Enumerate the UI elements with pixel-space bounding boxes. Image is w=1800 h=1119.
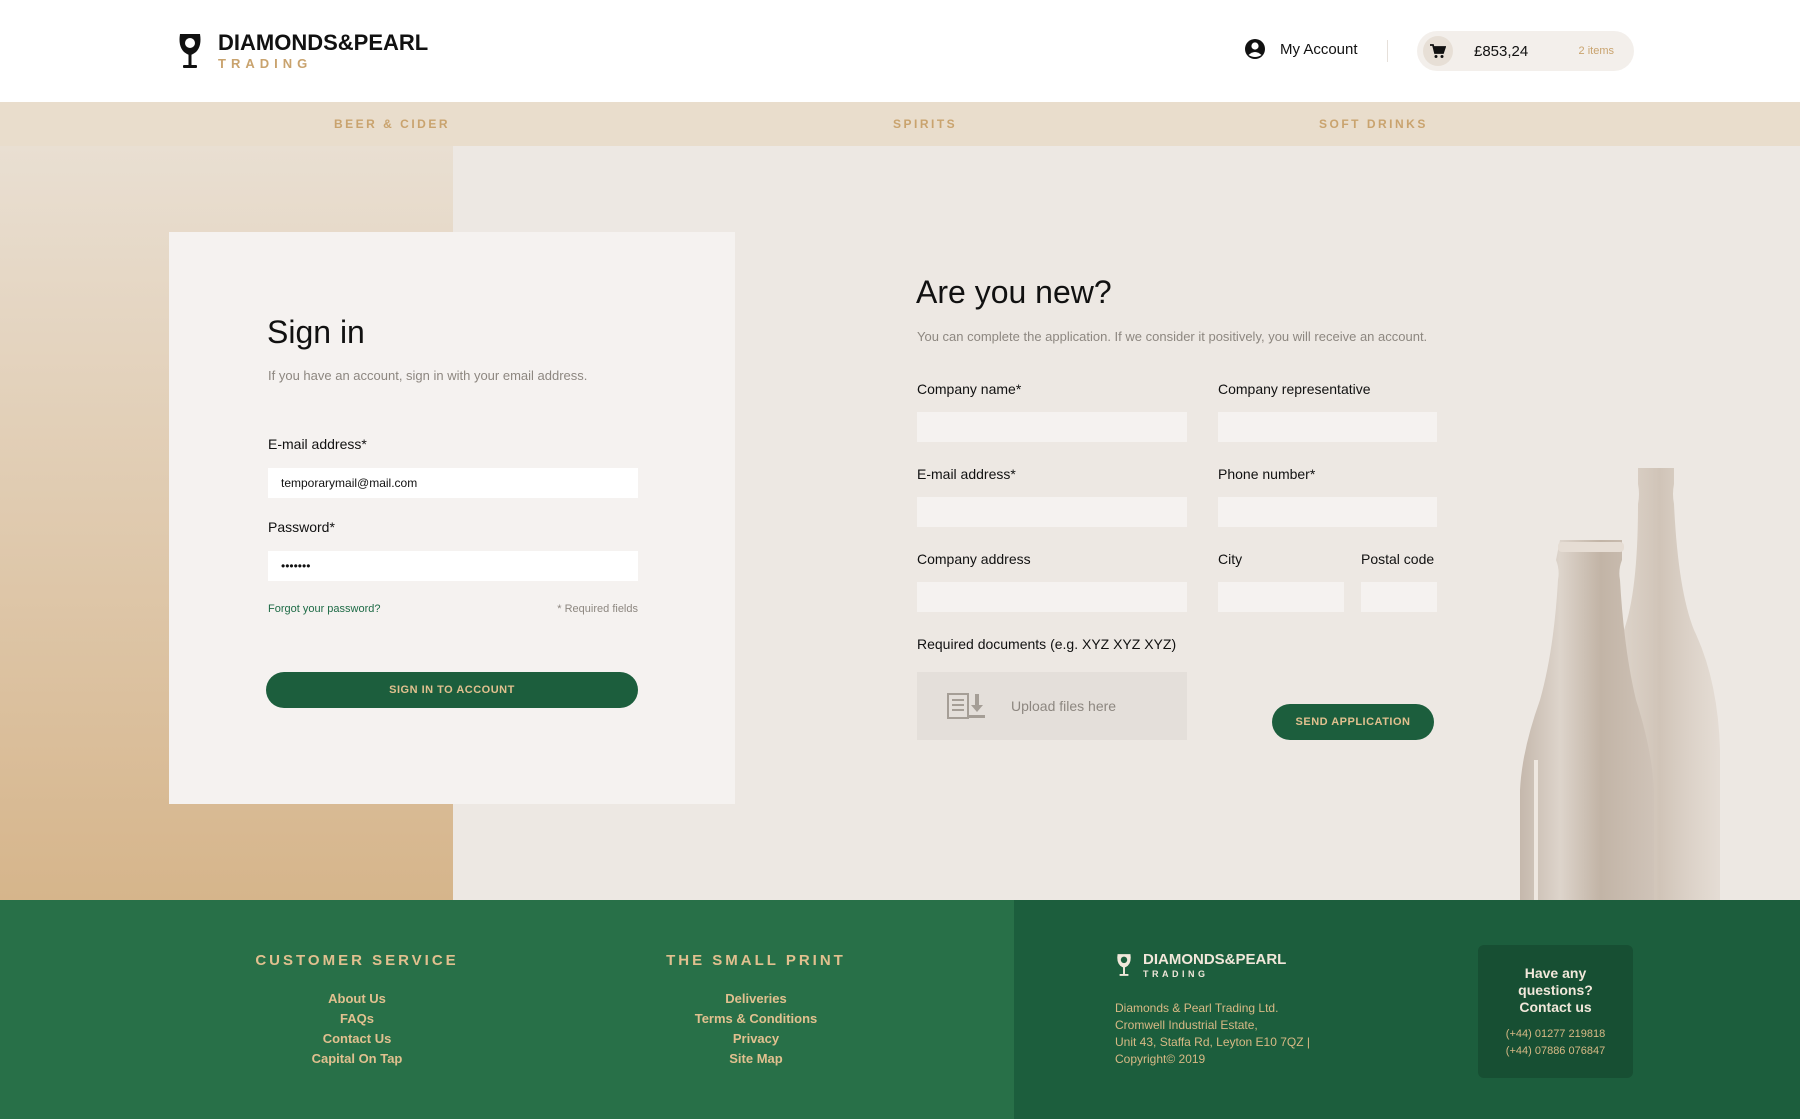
header-divider xyxy=(1387,40,1388,62)
footer-logo[interactable]: DIAMONDS&PEARL TRADING xyxy=(1115,952,1286,979)
phone-number-input[interactable] xyxy=(1218,497,1437,527)
logo-subtitle: TRADING xyxy=(218,56,313,71)
city-input[interactable] xyxy=(1218,582,1344,612)
contact-phone[interactable]: (+44) 07886 076847 xyxy=(1478,1043,1633,1060)
footer-link-faqs[interactable]: FAQs xyxy=(207,1009,507,1029)
company-rep-label: Company representative xyxy=(1218,381,1371,397)
footer-link-terms[interactable]: Terms & Conditions xyxy=(606,1009,906,1029)
my-account-link[interactable]: My Account xyxy=(1244,38,1358,60)
category-nav: BEER & CIDER SPIRITS SOFT DRINKS xyxy=(0,102,1800,146)
company-name-label: Company name* xyxy=(917,381,1022,397)
shopping-cart-icon xyxy=(1430,43,1446,58)
footer-link-site-map[interactable]: Site Map xyxy=(606,1049,906,1069)
nav-item-spirits[interactable]: SPIRITS xyxy=(893,117,957,131)
footer-link-capital-on-tap[interactable]: Capital On Tap xyxy=(207,1049,507,1069)
signin-email-input[interactable] xyxy=(268,468,638,498)
footer-link-about-us[interactable]: About Us xyxy=(207,989,507,1009)
register-title: Are you new? xyxy=(916,274,1112,310)
footer-heading-customer-service: CUSTOMER SERVICE xyxy=(255,952,459,969)
user-circle-icon xyxy=(1245,39,1265,59)
upload-label: Upload files here xyxy=(1011,698,1117,714)
city-label: City xyxy=(1218,551,1243,567)
my-account-label: My Account xyxy=(1280,40,1358,58)
signin-password-label: Password* xyxy=(268,519,335,535)
nav-item-soft-drinks[interactable]: SOFT DRINKS xyxy=(1319,117,1428,131)
logo-name: DIAMONDS&PEARL xyxy=(218,30,429,55)
postal-code-input[interactable] xyxy=(1361,582,1437,612)
phone-number-label: Phone number* xyxy=(1218,466,1316,482)
site-logo[interactable]: DIAMONDS&PEARL TRADING xyxy=(176,32,428,70)
signin-email-label: E-mail address* xyxy=(268,436,367,452)
contact-question: Have any questions? Contact us xyxy=(1518,965,1593,1015)
address-line: Unit 43, Staffa Rd, Leyton E10 7QZ | xyxy=(1115,1035,1311,1049)
footer-logo-name: DIAMONDS&PEARL xyxy=(1143,951,1287,968)
company-rep-input[interactable] xyxy=(1218,412,1437,442)
copyright: Copyright© 2019 xyxy=(1115,1052,1206,1066)
file-upload-dropzone[interactable]: Upload files here xyxy=(917,672,1187,740)
bottle-illustration xyxy=(1520,468,1720,900)
cart-icon-badge xyxy=(1423,36,1453,66)
address-line: Diamonds & Pearl Trading Ltd. xyxy=(1115,1001,1279,1015)
site-header: DIAMONDS&PEARL TRADING My Account £853,2… xyxy=(0,0,1800,102)
postal-code-label: Postal code xyxy=(1361,551,1435,567)
upload-file-icon xyxy=(947,693,985,719)
company-name-input[interactable] xyxy=(917,412,1187,442)
signin-password-input[interactable] xyxy=(268,551,638,581)
cart-item-count: 2 items xyxy=(1578,45,1614,57)
footer-link-privacy[interactable]: Privacy xyxy=(606,1029,906,1049)
wine-glass-icon xyxy=(1117,954,1131,976)
required-documents-label: Required documents (e.g. XYZ XYZ XYZ) xyxy=(917,636,1177,652)
footer-link-contact-us[interactable]: Contact Us xyxy=(207,1029,507,1049)
required-fields-note: * Required fields xyxy=(557,603,638,615)
contact-phone[interactable]: (+44) 01277 219818 xyxy=(1478,1026,1633,1043)
footer-logo-subtitle: TRADING xyxy=(1143,969,1209,979)
signin-card: Sign in If you have an account, sign in … xyxy=(169,232,735,804)
cart-summary-button[interactable]: £853,24 2 items xyxy=(1417,31,1634,71)
register-email-input[interactable] xyxy=(917,497,1187,527)
company-address-input[interactable] xyxy=(917,582,1187,612)
register-email-label: E-mail address* xyxy=(917,466,1016,482)
address-line: Cromwell Industrial Estate, xyxy=(1115,1018,1258,1032)
footer-heading-small-print: THE SMALL PRINT xyxy=(666,952,846,969)
company-address-label: Company address xyxy=(917,551,1031,567)
signin-button[interactable]: SIGN IN TO ACCOUNT xyxy=(266,672,638,708)
signin-title: Sign in xyxy=(267,314,365,350)
footer-address: Diamonds & Pearl Trading Ltd. Cromwell I… xyxy=(1115,1000,1310,1068)
forgot-password-link[interactable]: Forgot your password? xyxy=(268,603,381,615)
footer-customer-service: CUSTOMER SERVICE About Us FAQs Contact U… xyxy=(207,952,507,1069)
send-application-button[interactable]: SEND APPLICATION xyxy=(1272,704,1434,740)
signin-subtitle: If you have an account, sign in with you… xyxy=(268,368,588,383)
register-subtitle: You can complete the application. If we … xyxy=(917,329,1428,344)
cart-total: £853,24 xyxy=(1474,42,1529,60)
footer-link-deliveries[interactable]: Deliveries xyxy=(606,989,906,1009)
wine-glass-icon xyxy=(179,34,201,68)
contact-box[interactable]: Have any questions? Contact us (+44) 012… xyxy=(1478,945,1633,1078)
nav-item-beer-cider[interactable]: BEER & CIDER xyxy=(334,117,450,131)
site-footer: CUSTOMER SERVICE About Us FAQs Contact U… xyxy=(0,900,1800,1119)
footer-small-print: THE SMALL PRINT Deliveries Terms & Condi… xyxy=(606,952,906,1069)
